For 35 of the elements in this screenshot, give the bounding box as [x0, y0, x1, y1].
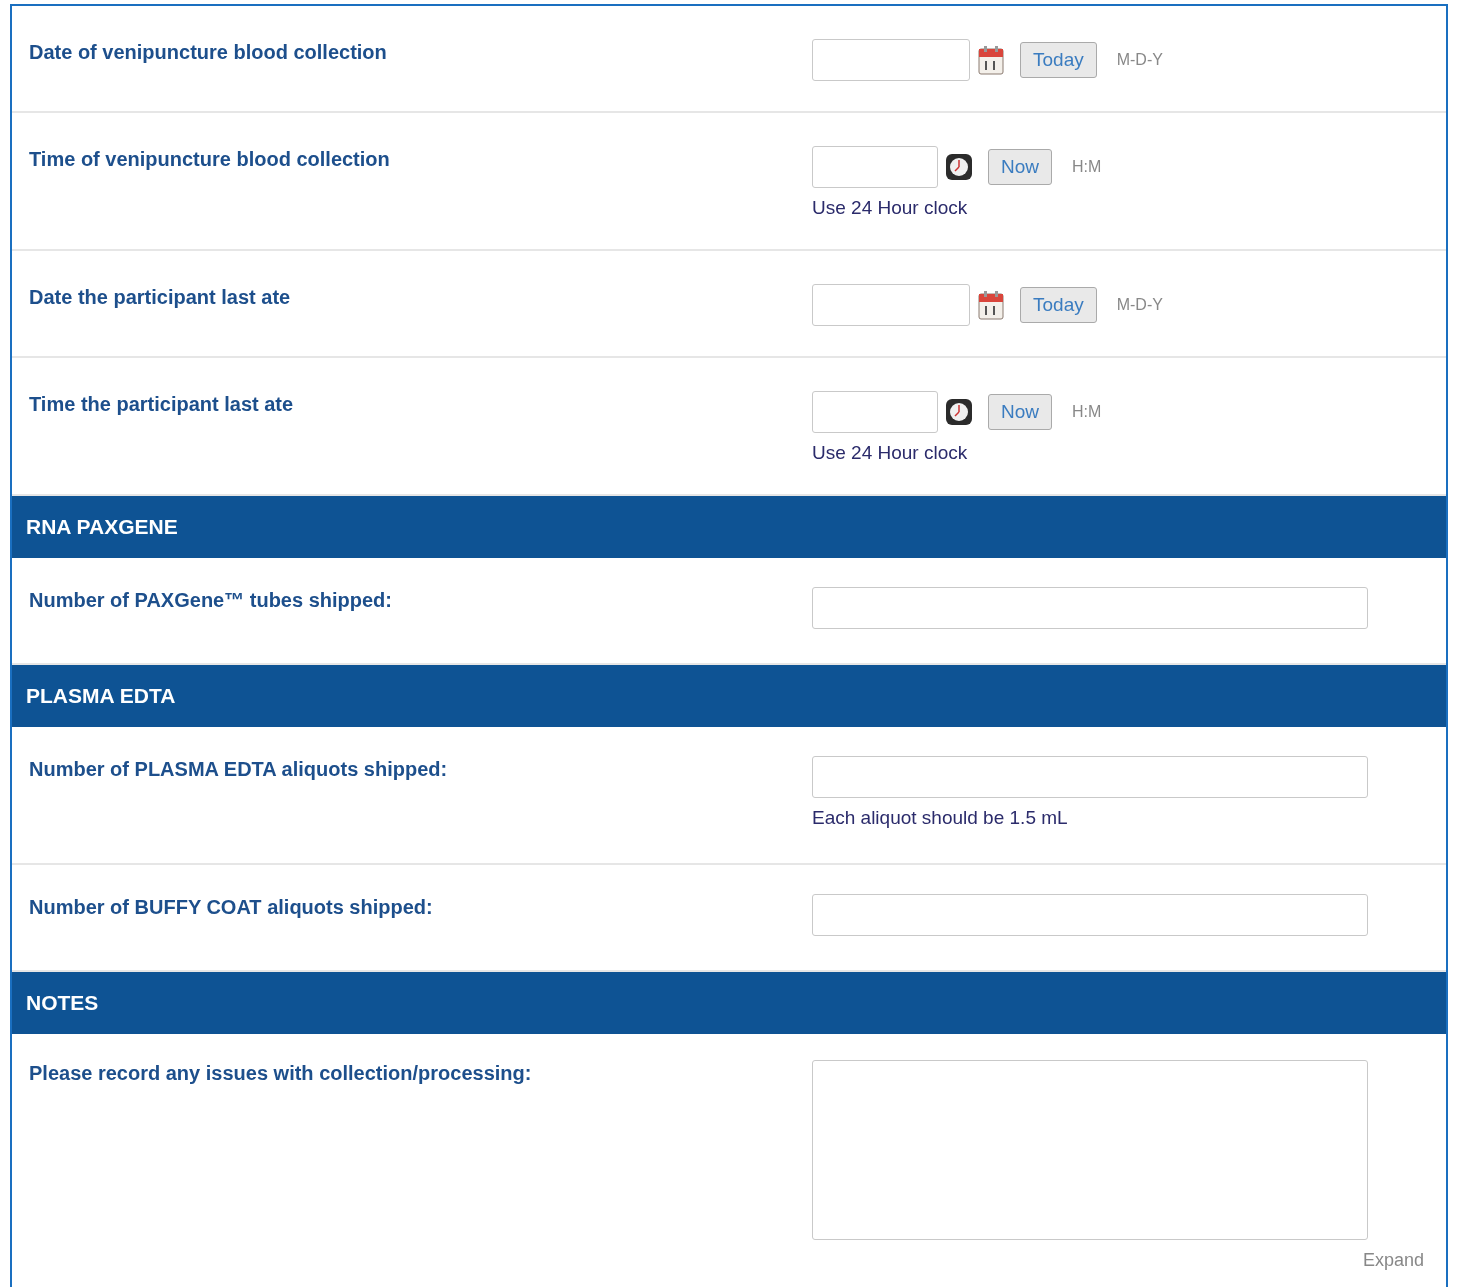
format-hint: M-D-Y	[1116, 296, 1163, 314]
number-field[interactable]	[812, 894, 1368, 936]
field-label: Number of PAXGene™ tubes shipped:	[29, 588, 393, 613]
section-header: NOTES	[12, 972, 1446, 1034]
number-field[interactable]	[812, 587, 1368, 629]
today-button[interactable]: Today	[1020, 287, 1097, 323]
field-note: Use 24 Hour clock	[812, 197, 969, 219]
time-field[interactable]	[812, 146, 938, 188]
field-label: Number of PLASMA EDTA aliquots shipped:	[29, 757, 449, 782]
field-label: Time the participant last ate	[29, 392, 295, 417]
date-field[interactable]	[812, 284, 970, 326]
format-hint: H:M	[1072, 403, 1102, 421]
expand-link[interactable]: Expand	[1362, 1250, 1424, 1271]
notes-field[interactable]	[812, 1060, 1368, 1240]
today-button[interactable]: Today	[1020, 42, 1097, 78]
format-hint: H:M	[1072, 158, 1102, 176]
calendar-icon[interactable]	[978, 45, 1004, 75]
date-field[interactable]	[812, 39, 970, 81]
field-label: Number of BUFFY COAT aliquots shipped:	[29, 895, 434, 920]
field-label: Date of venipuncture blood collection	[29, 40, 388, 65]
now-button[interactable]: Now	[988, 149, 1052, 185]
section-header: PLASMA EDTA	[12, 665, 1446, 727]
format-hint: M-D-Y	[1116, 51, 1163, 69]
number-field[interactable]	[812, 756, 1368, 798]
field-note: Use 24 Hour clock	[812, 442, 969, 464]
time-field[interactable]	[812, 391, 938, 433]
field-label: Date the participant last ate	[29, 285, 292, 310]
clock-icon[interactable]	[946, 399, 972, 425]
now-button[interactable]: Now	[988, 394, 1052, 430]
clock-icon[interactable]	[946, 154, 972, 180]
field-label: Time of venipuncture blood collection	[29, 147, 391, 172]
calendar-icon[interactable]	[978, 290, 1004, 320]
field-label: Please record any issues with collection/processing:	[29, 1061, 533, 1086]
section-header: RNA PAXGENE	[12, 496, 1446, 558]
field-note: Each aliquot should be 1.5 mL	[812, 807, 1069, 829]
